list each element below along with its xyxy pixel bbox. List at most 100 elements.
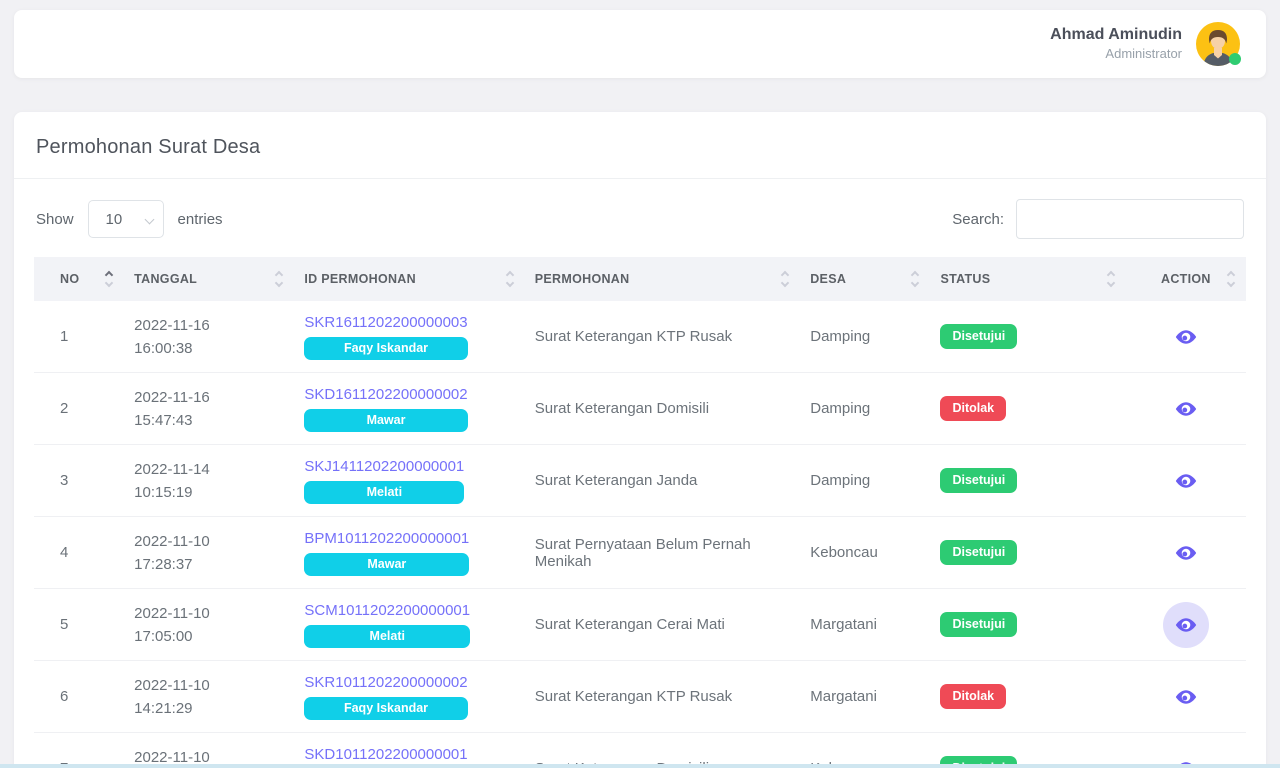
table-wrap: NO TANGGAL ID PERMOHONAN PERMOHONAN DESA STAT… bbox=[14, 257, 1266, 768]
table-row: 12022-11-1616:00:38SKR1611202200000003Fa… bbox=[34, 301, 1246, 373]
cell-desa: Keboncau bbox=[800, 733, 930, 768]
request-id-link[interactable]: SKD1011202200000001 bbox=[304, 745, 467, 765]
cell-desa: Damping bbox=[800, 445, 930, 517]
cell-no: 2 bbox=[34, 373, 124, 445]
cell-no: 1 bbox=[34, 301, 124, 373]
column-label: ACTION bbox=[1161, 272, 1211, 286]
column-label: NO bbox=[60, 272, 79, 286]
sort-icons bbox=[782, 272, 788, 286]
status-badge: Disetujui bbox=[940, 324, 1017, 349]
date-text: 2022-11-10 bbox=[134, 602, 284, 625]
cell-permohonan: Surat Keterangan KTP Rusak bbox=[525, 301, 800, 373]
cell-desa: Margatani bbox=[800, 661, 930, 733]
column-header-no[interactable]: NO bbox=[34, 257, 124, 301]
sort-asc-icon bbox=[781, 271, 789, 279]
sort-icons bbox=[507, 272, 513, 286]
table-row: 72022-11-1011:57:01SKD1011202200000001Me… bbox=[34, 733, 1246, 768]
table-controls: Show 10 entries Search: bbox=[14, 179, 1266, 257]
sort-desc-icon bbox=[1227, 279, 1235, 287]
applicant-badge: Mawar bbox=[304, 409, 467, 432]
cell-action bbox=[1126, 301, 1246, 373]
time-text: 14:21:29 bbox=[134, 697, 284, 720]
eye-icon bbox=[1175, 614, 1197, 636]
time-text: 15:47:43 bbox=[134, 409, 284, 432]
search-input[interactable] bbox=[1016, 199, 1244, 239]
user-avatar[interactable] bbox=[1196, 22, 1240, 66]
request-id-link[interactable]: SKJ1411202200000001 bbox=[304, 457, 464, 477]
cell-status: Disetujui bbox=[930, 733, 1125, 768]
show-label: Show bbox=[36, 211, 74, 228]
sort-desc-icon bbox=[911, 279, 919, 287]
cell-permohonan: Surat Keterangan Domisili bbox=[525, 373, 800, 445]
sort-icons bbox=[1108, 272, 1114, 286]
table-row: 42022-11-1017:28:37BPM1011202200000001Ma… bbox=[34, 517, 1246, 589]
sort-asc-icon bbox=[275, 271, 283, 279]
column-header-status[interactable]: STATUS bbox=[930, 257, 1125, 301]
table-row: 32022-11-1410:15:19SKJ1411202200000001Me… bbox=[34, 445, 1246, 517]
column-label: DESA bbox=[810, 272, 846, 286]
cell-tanggal: 2022-11-1017:05:00 bbox=[124, 589, 294, 661]
online-status-dot bbox=[1229, 53, 1241, 65]
cell-tanggal: 2022-11-1615:47:43 bbox=[124, 373, 294, 445]
applicant-badge: Faqy Iskandar bbox=[304, 337, 467, 360]
cell-permohonan: Surat Pernyataan Belum Pernah Menikah bbox=[525, 517, 800, 589]
date-text: 2022-11-10 bbox=[134, 530, 284, 553]
status-badge: Disetujui bbox=[940, 468, 1017, 493]
cell-tanggal: 2022-11-1014:21:29 bbox=[124, 661, 294, 733]
view-action-button[interactable] bbox=[1163, 674, 1209, 720]
page-title: Permohonan Surat Desa bbox=[36, 136, 1244, 159]
cell-action bbox=[1126, 517, 1246, 589]
view-action-button[interactable] bbox=[1163, 602, 1209, 648]
request-id-link[interactable]: SCM1011202200000001 bbox=[304, 601, 470, 621]
date-text: 2022-11-16 bbox=[134, 386, 284, 409]
status-badge: Disetujui bbox=[940, 540, 1017, 565]
cell-id-permohonan: SKJ1411202200000001 Melati bbox=[294, 445, 524, 517]
column-header-action[interactable]: ACTION bbox=[1126, 257, 1246, 301]
request-id-link[interactable]: SKR1611202200000003 bbox=[304, 313, 467, 333]
id-wrap: SKR1611202200000003 Faqy Iskandar bbox=[304, 313, 467, 360]
cell-desa: Keboncau bbox=[800, 517, 930, 589]
page-length-select[interactable]: 10 bbox=[88, 200, 164, 238]
sort-icons bbox=[912, 272, 918, 286]
cell-id-permohonan: SKD1611202200000002 Mawar bbox=[294, 373, 524, 445]
cell-no: 3 bbox=[34, 445, 124, 517]
view-action-button[interactable] bbox=[1163, 530, 1209, 576]
view-action-button[interactable] bbox=[1163, 314, 1209, 360]
column-header-id[interactable]: ID PERMOHONAN bbox=[294, 257, 524, 301]
user-info: Ahmad Aminudin Administrator bbox=[1050, 25, 1182, 63]
cell-action bbox=[1126, 445, 1246, 517]
cell-status: Disetujui bbox=[930, 301, 1125, 373]
eye-icon bbox=[1175, 470, 1197, 492]
request-id-link[interactable]: BPM1011202200000001 bbox=[304, 529, 469, 549]
search-control: Search: bbox=[952, 199, 1244, 239]
date-text: 2022-11-10 bbox=[134, 674, 284, 697]
sort-icons bbox=[1228, 272, 1234, 286]
eye-icon bbox=[1175, 686, 1197, 708]
table-row: 22022-11-1615:47:43SKD1611202200000002Ma… bbox=[34, 373, 1246, 445]
column-header-permohonan[interactable]: PERMOHONAN bbox=[525, 257, 800, 301]
request-id-link[interactable]: SKD1611202200000002 bbox=[304, 385, 467, 405]
cell-tanggal: 2022-11-1017:28:37 bbox=[124, 517, 294, 589]
cell-permohonan: Surat Keterangan KTP Rusak bbox=[525, 661, 800, 733]
cell-no: 7 bbox=[34, 733, 124, 768]
time-text: 17:28:37 bbox=[134, 553, 284, 576]
view-action-button[interactable] bbox=[1163, 386, 1209, 432]
cell-id-permohonan: SKR1011202200000002Faqy Iskandar bbox=[294, 661, 524, 733]
bottom-edge-strip bbox=[0, 764, 1280, 768]
sort-desc-icon bbox=[506, 279, 514, 287]
id-wrap: SKR1011202200000002Faqy Iskandar bbox=[304, 673, 467, 720]
applicant-badge: Melati bbox=[304, 481, 464, 504]
sort-desc-icon bbox=[275, 279, 283, 287]
time-text: 10:15:19 bbox=[134, 481, 284, 504]
column-header-desa[interactable]: DESA bbox=[800, 257, 930, 301]
request-id-link[interactable]: SKR1011202200000002 bbox=[304, 673, 467, 693]
table-row: 62022-11-1014:21:29SKR1011202200000002Fa… bbox=[34, 661, 1246, 733]
column-label: ID PERMOHONAN bbox=[304, 272, 416, 286]
id-wrap: BPM1011202200000001Mawar bbox=[304, 529, 469, 576]
cell-id-permohonan: SKR1611202200000003 Faqy Iskandar bbox=[294, 301, 524, 373]
column-header-tanggal[interactable]: TANGGAL bbox=[124, 257, 294, 301]
sort-desc-icon bbox=[781, 279, 789, 287]
cell-action bbox=[1126, 589, 1246, 661]
view-action-button[interactable] bbox=[1163, 458, 1209, 504]
status-badge: Ditolak bbox=[940, 684, 1006, 709]
